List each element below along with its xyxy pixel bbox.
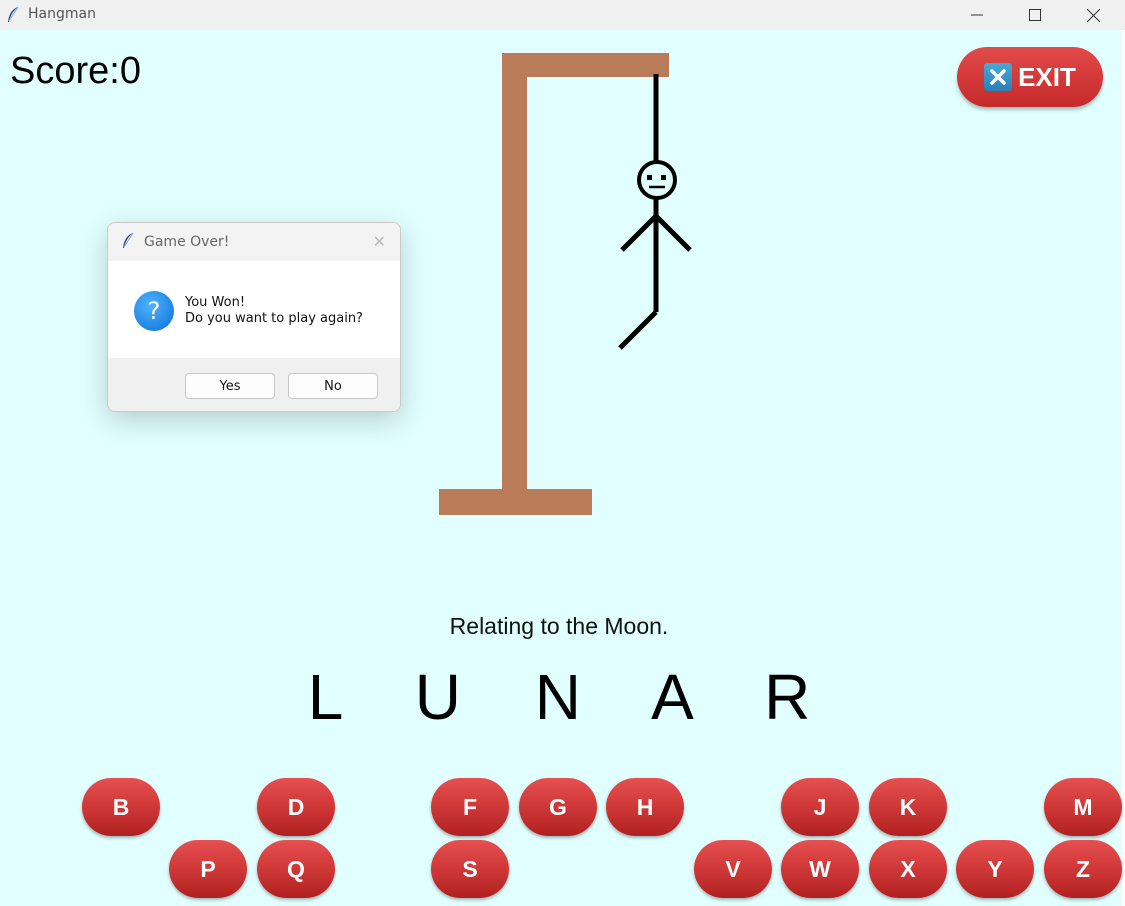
maximize-button[interactable] (1006, 0, 1064, 30)
minimize-icon (971, 14, 983, 16)
key-b[interactable]: B (82, 778, 160, 836)
key-k[interactable]: K (869, 778, 947, 836)
key-j[interactable]: J (781, 778, 859, 836)
key-g[interactable]: G (519, 778, 597, 836)
hint-text: Relating to the Moon. (449, 613, 669, 639)
figure-left-leg (618, 310, 658, 350)
game-over-dialog: Game Over! ✕ ? You Won! Do you want to p… (107, 222, 401, 412)
feather-icon (8, 6, 19, 22)
key-f[interactable]: F (431, 778, 509, 836)
minimize-button[interactable] (948, 0, 1006, 30)
close-window-button[interactable] (1064, 0, 1122, 30)
feather-icon (123, 232, 134, 248)
figure-right-arm (654, 214, 692, 252)
gallows-base (439, 489, 592, 515)
key-y[interactable]: Y (956, 840, 1034, 898)
gallows-beam (502, 53, 669, 77)
dialog-message: You Won! Do you want to play again? (185, 295, 363, 327)
key-z[interactable]: Z (1044, 840, 1122, 898)
close-icon (1086, 8, 1100, 22)
dialog-line-2: Do you want to play again? (185, 311, 363, 326)
key-s[interactable]: S (431, 840, 509, 898)
key-h[interactable]: H (606, 778, 684, 836)
no-button[interactable]: No (288, 373, 378, 399)
dialog-close-icon[interactable]: ✕ (373, 232, 386, 252)
dialog-title: Game Over! (144, 234, 230, 250)
dialog-line-1: You Won! (185, 295, 246, 310)
window-title: Hangman (28, 6, 96, 22)
gallows-post (502, 53, 527, 493)
dialog-header: Game Over! ✕ (108, 223, 400, 261)
title-bar: Hangman (0, 0, 1125, 30)
stick-figure (618, 160, 692, 350)
figure-head (637, 160, 677, 200)
key-w[interactable]: W (781, 840, 859, 898)
word-display: L U N A R (307, 661, 839, 733)
key-v[interactable]: V (694, 840, 772, 898)
key-q[interactable]: Q (257, 840, 335, 898)
yes-button[interactable]: Yes (185, 373, 275, 399)
key-p[interactable]: P (169, 840, 247, 898)
maximize-icon (1029, 9, 1041, 21)
figure-left-arm (620, 214, 658, 252)
key-d[interactable]: D (257, 778, 335, 836)
key-x[interactable]: X (869, 840, 947, 898)
key-m[interactable]: M (1044, 778, 1122, 836)
question-icon: ? (134, 291, 174, 331)
game-canvas: Score:0 EXIT Relating to the Moon. L U N… (0, 30, 1122, 906)
